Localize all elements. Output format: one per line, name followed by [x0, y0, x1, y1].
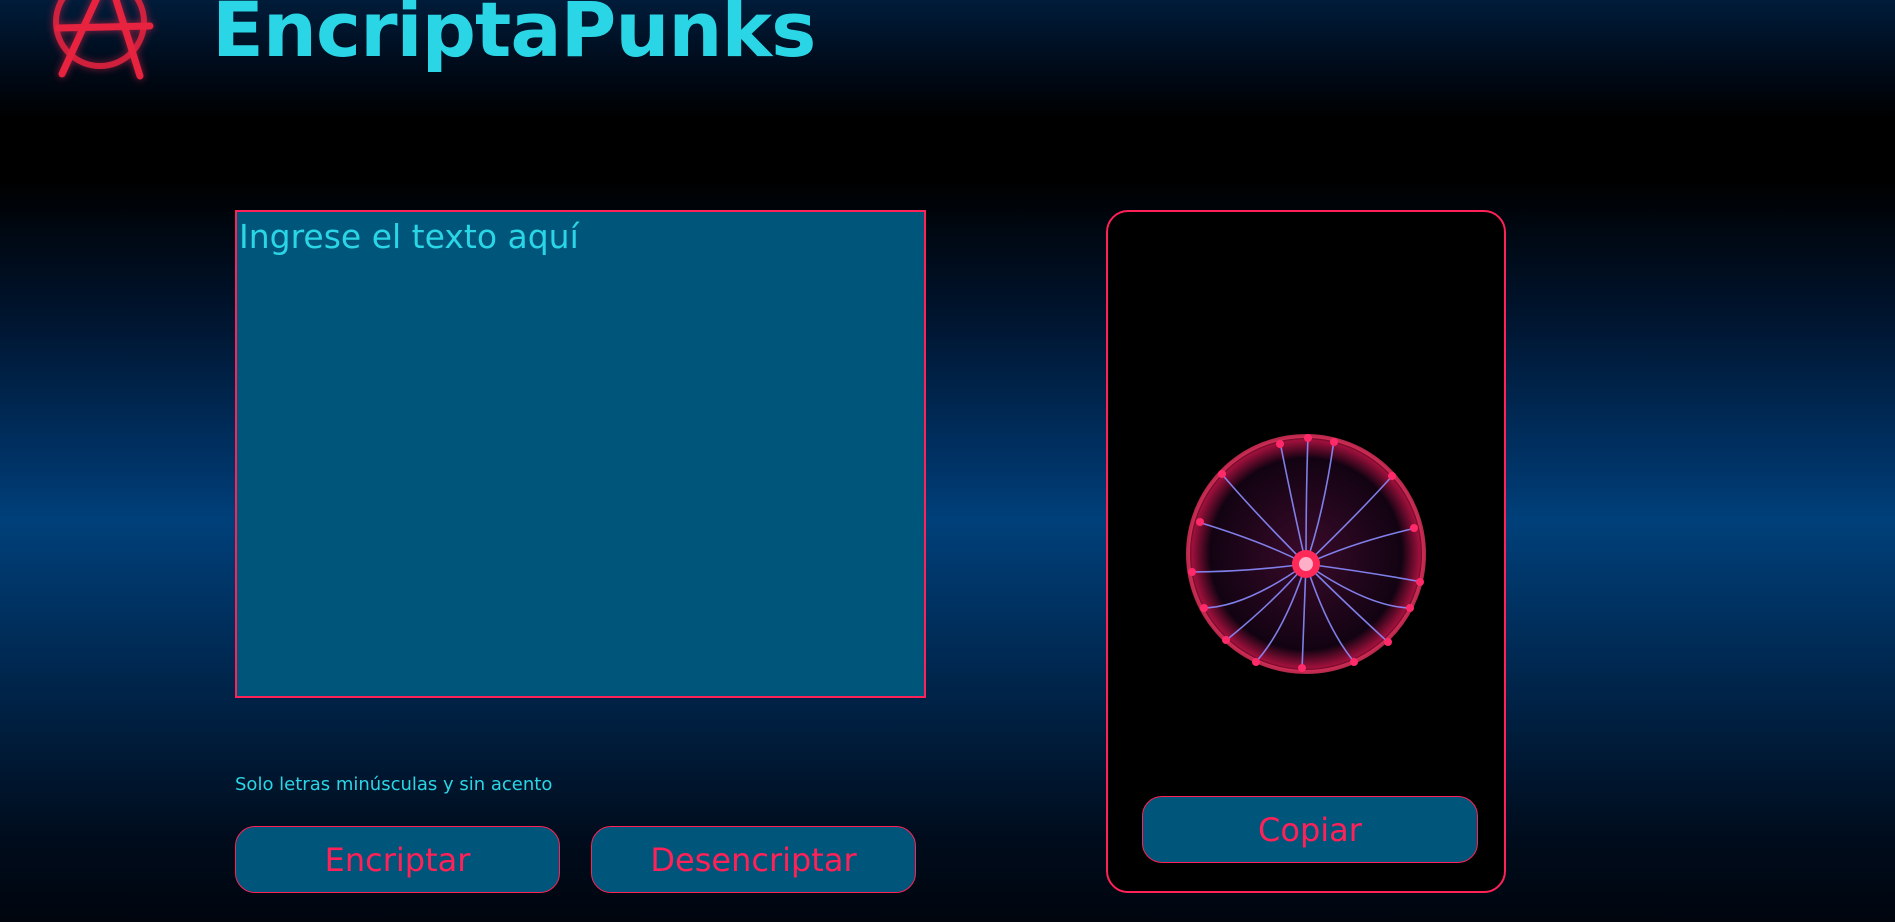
copy-button-label: Copiar [1258, 810, 1362, 849]
plasma-ball-icon [1184, 432, 1428, 676]
encrypt-button[interactable]: Encriptar [235, 826, 560, 893]
text-input[interactable] [235, 210, 926, 698]
encrypt-button-label: Encriptar [324, 840, 471, 879]
input-hint: Solo letras minúsculas y sin acento [235, 774, 553, 795]
copy-button[interactable]: Copiar [1142, 796, 1478, 863]
output-panel: Copiar [1106, 210, 1506, 893]
decrypt-button-label: Desencriptar [650, 840, 857, 879]
anarchy-logo-icon [22, 0, 170, 90]
decrypt-button[interactable]: Desencriptar [591, 826, 916, 893]
app-title: EncriptaPunks [212, 0, 816, 74]
